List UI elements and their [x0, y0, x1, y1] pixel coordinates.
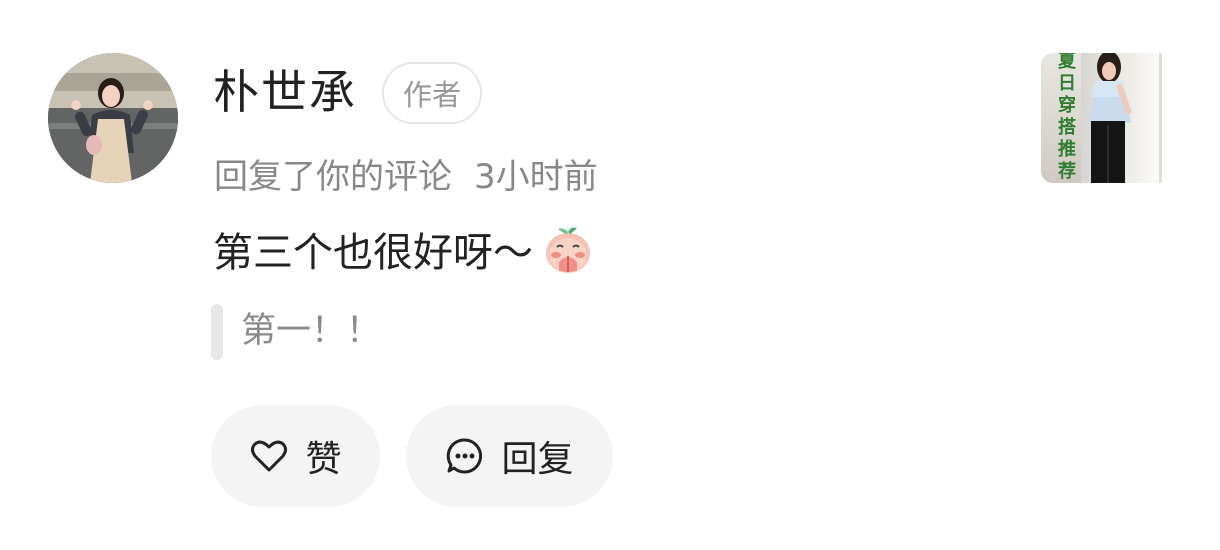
post-thumbnail[interactable]: 夏日穿搭推荐 [1041, 53, 1171, 183]
quoted-comment[interactable]: 第一！！ [241, 306, 381, 356]
chat-bubble-icon [445, 436, 485, 476]
praying-peach-emoji [541, 222, 595, 276]
thumbnail-caption: 夏日穿搭推荐 [1058, 53, 1076, 182]
quote-bar [211, 304, 223, 360]
like-label: 赞 [305, 439, 342, 480]
thumbnail-figure [1089, 53, 1162, 183]
user-avatar[interactable] [48, 53, 178, 183]
author-badge: 作者 [382, 62, 482, 124]
notification-meta: 回复了你的评论 3小时前 [214, 152, 598, 202]
username[interactable]: 朴世承 [213, 62, 357, 122]
like-button[interactable]: 赞 [211, 405, 380, 507]
reply-label: 回复 [501, 439, 574, 480]
comment-notification-card[interactable]: 朴世承 作者 回复了你的评论 3小时前 第三个也很好呀～ 第一！！ 赞 回复 夏… [0, 0, 1220, 550]
comment-text: 第三个也很好呀～ [213, 230, 533, 276]
comment-body[interactable]: 第三个也很好呀～ [213, 219, 595, 279]
action-text: 回复了你的评论 [214, 157, 452, 197]
reply-button[interactable]: 回复 [406, 405, 613, 507]
heart-icon [249, 436, 289, 476]
timestamp: 3小时前 [474, 157, 598, 197]
